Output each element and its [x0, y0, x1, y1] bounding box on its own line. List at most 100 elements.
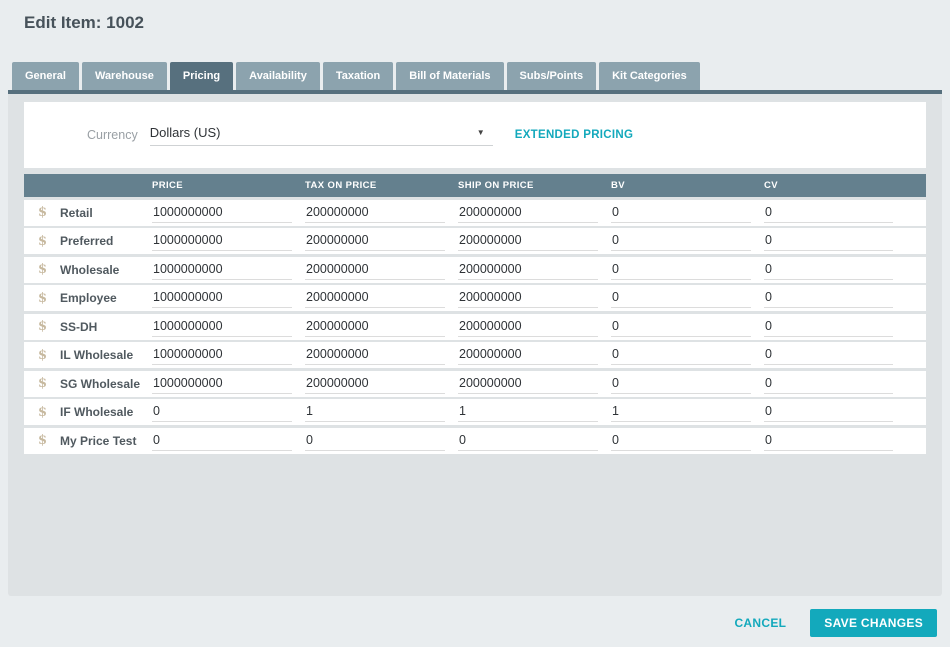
tax-on-price-input[interactable]: [305, 376, 445, 394]
row-label-cell: $ SG Wholesale: [24, 376, 152, 391]
tab-warehouse[interactable]: Warehouse: [82, 62, 167, 90]
cv-input[interactable]: [764, 433, 893, 451]
dollar-icon: $: [38, 405, 60, 420]
ship-on-price-input[interactable]: [458, 433, 598, 451]
row-label-cell: $ Employee: [24, 291, 152, 306]
tab-general[interactable]: General: [12, 62, 79, 90]
column-header-tax-on-price: TAX ON PRICE: [305, 180, 458, 191]
price-type-label: IF Wholesale: [60, 405, 133, 419]
ship-on-price-input[interactable]: [458, 262, 598, 280]
table-row: $ IF Wholesale: [24, 399, 926, 425]
save-changes-button[interactable]: SAVE CHANGES: [810, 609, 937, 637]
tax-on-price-input[interactable]: [305, 262, 445, 280]
bv-input[interactable]: [611, 205, 751, 223]
cv-input[interactable]: [764, 319, 893, 337]
tax-on-price-input[interactable]: [305, 205, 445, 223]
cv-input[interactable]: [764, 205, 893, 223]
tax-on-price-input[interactable]: [305, 233, 445, 251]
row-label-cell: $ My Price Test: [24, 433, 152, 448]
tax-on-price-input[interactable]: [305, 290, 445, 308]
price-type-label: SG Wholesale: [60, 377, 140, 391]
table-row: $ SG Wholesale: [24, 371, 926, 397]
tab-availability[interactable]: Availability: [236, 62, 320, 90]
dollar-icon: $: [38, 433, 60, 448]
bv-input[interactable]: [611, 290, 751, 308]
cv-input[interactable]: [764, 290, 893, 308]
tab-subs-points[interactable]: Subs/Points: [507, 62, 597, 90]
cv-input[interactable]: [764, 262, 893, 280]
price-input[interactable]: [152, 262, 292, 280]
price-input[interactable]: [152, 433, 292, 451]
ship-on-price-input[interactable]: [458, 347, 598, 365]
table-row: $ SS-DH: [24, 314, 926, 340]
tab-bill-of-materials[interactable]: Bill of Materials: [396, 62, 503, 90]
price-type-label: IL Wholesale: [60, 348, 133, 362]
bv-input[interactable]: [611, 347, 751, 365]
price-input[interactable]: [152, 319, 292, 337]
tab-bar: GeneralWarehousePricingAvailabilityTaxat…: [12, 62, 700, 90]
tax-on-price-input[interactable]: [305, 347, 445, 365]
row-label-cell: $ SS-DH: [24, 319, 152, 334]
tab-taxation[interactable]: Taxation: [323, 62, 393, 90]
dollar-icon: $: [38, 291, 60, 306]
price-type-label: SS-DH: [60, 320, 97, 334]
bv-input[interactable]: [611, 433, 751, 451]
extended-pricing-link[interactable]: EXTENDED PRICING: [515, 129, 634, 141]
cv-input[interactable]: [764, 233, 893, 251]
price-type-label: Wholesale: [60, 263, 119, 277]
dollar-icon: $: [38, 205, 60, 220]
row-label-cell: $ Wholesale: [24, 262, 152, 277]
cv-input[interactable]: [764, 347, 893, 365]
tax-on-price-input[interactable]: [305, 319, 445, 337]
price-input[interactable]: [152, 376, 292, 394]
ship-on-price-input[interactable]: [458, 404, 598, 422]
bv-input[interactable]: [611, 404, 751, 422]
price-input[interactable]: [152, 347, 292, 365]
table-row: $ Preferred: [24, 228, 926, 254]
dollar-icon: $: [38, 234, 60, 249]
cancel-button[interactable]: CANCEL: [734, 616, 786, 630]
tax-on-price-input[interactable]: [305, 404, 445, 422]
table-row: $ Employee: [24, 285, 926, 311]
tab-pricing[interactable]: Pricing: [170, 62, 233, 90]
currency-selected-value: Dollars (US): [150, 125, 221, 140]
dollar-icon: $: [38, 376, 60, 391]
row-label-cell: $ Preferred: [24, 234, 152, 249]
page-title: Edit Item: 1002: [24, 13, 144, 33]
currency-panel: Currency Dollars (US) ▼ EXTENDED PRICING: [24, 102, 926, 168]
table-row: $ IL Wholesale: [24, 342, 926, 368]
ship-on-price-input[interactable]: [458, 376, 598, 394]
column-header-cv: CV: [764, 180, 926, 191]
cv-input[interactable]: [764, 404, 893, 422]
bv-input[interactable]: [611, 262, 751, 280]
currency-select[interactable]: Dollars (US) ▼: [150, 125, 493, 146]
dollar-icon: $: [38, 319, 60, 334]
price-input[interactable]: [152, 233, 292, 251]
tax-on-price-input[interactable]: [305, 433, 445, 451]
price-input[interactable]: [152, 290, 292, 308]
price-input[interactable]: [152, 404, 292, 422]
bv-input[interactable]: [611, 376, 751, 394]
table-row: $ My Price Test: [24, 428, 926, 454]
table-row: $ Retail: [24, 200, 926, 226]
price-input[interactable]: [152, 205, 292, 223]
ship-on-price-input[interactable]: [458, 290, 598, 308]
tab-kit-categories[interactable]: Kit Categories: [599, 62, 700, 90]
table-body: $ Retail $ Preferred $ Wholesale $ Emplo…: [24, 200, 926, 454]
row-label-cell: $ IL Wholesale: [24, 348, 152, 363]
row-label-cell: $ Retail: [24, 205, 152, 220]
chevron-down-icon: ▼: [477, 128, 493, 137]
pricing-tab-panel: Currency Dollars (US) ▼ EXTENDED PRICING…: [8, 94, 942, 596]
row-label-cell: $ IF Wholesale: [24, 405, 152, 420]
price-type-label: My Price Test: [60, 434, 136, 448]
bv-input[interactable]: [611, 233, 751, 251]
price-type-label: Preferred: [60, 234, 113, 248]
ship-on-price-input[interactable]: [458, 205, 598, 223]
column-header-ship-on-price: SHIP ON PRICE: [458, 180, 611, 191]
ship-on-price-input[interactable]: [458, 233, 598, 251]
bv-input[interactable]: [611, 319, 751, 337]
cv-input[interactable]: [764, 376, 893, 394]
pricing-table: PRICE TAX ON PRICE SHIP ON PRICE BV CV $…: [24, 174, 926, 454]
ship-on-price-input[interactable]: [458, 319, 598, 337]
price-type-label: Retail: [60, 206, 93, 220]
